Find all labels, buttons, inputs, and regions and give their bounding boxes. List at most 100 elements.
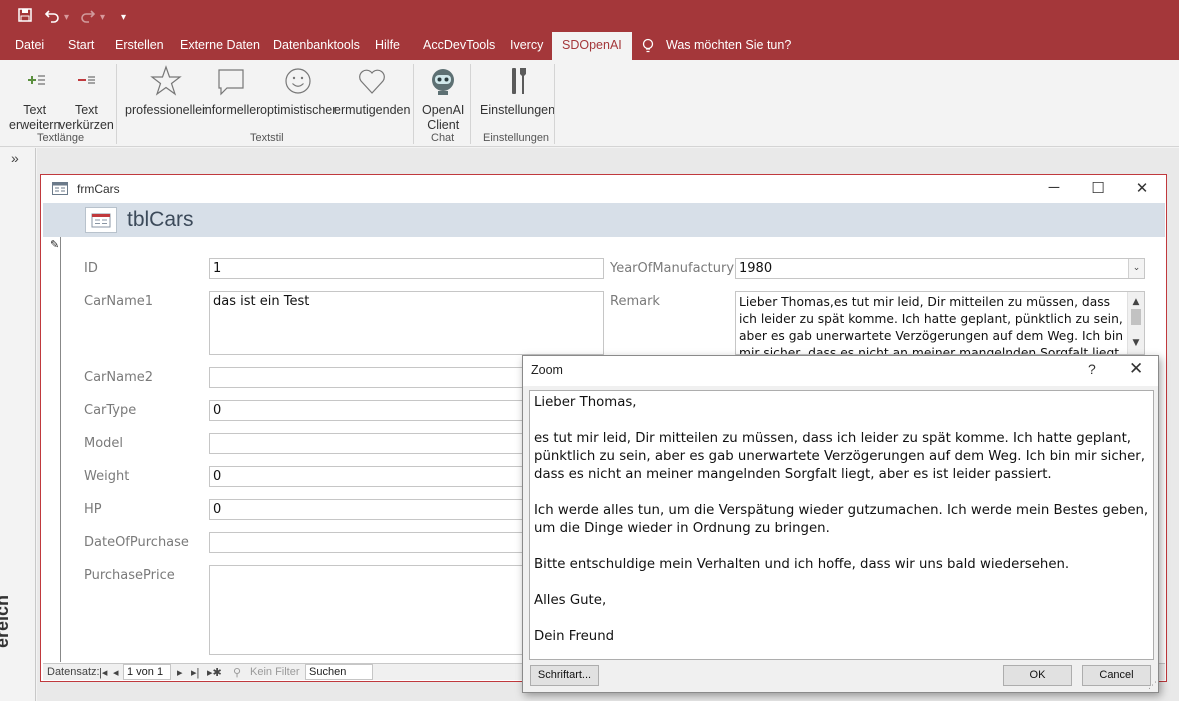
close-icon[interactable]: ✕ xyxy=(1129,359,1143,379)
close-button[interactable]: ✕ xyxy=(1132,179,1152,197)
field-id[interactable]: 1 xyxy=(209,258,604,279)
help-button[interactable]: ? xyxy=(1088,361,1096,377)
save-icon[interactable] xyxy=(17,7,33,28)
smiley-icon xyxy=(285,68,311,94)
first-record-icon[interactable]: |◂ xyxy=(99,666,107,679)
label-carname1: CarName1 xyxy=(84,294,154,309)
remark-text: Lieber Thomas,es tut mir leid, Dir mitte… xyxy=(739,295,1124,355)
style-optimistic-button[interactable]: optimistischer xyxy=(260,64,336,118)
redo-dropdown-icon: ▾ xyxy=(100,12,106,23)
zoom-text-area[interactable]: Lieber Thomas, es tut mir leid, Dir mitt… xyxy=(529,390,1154,660)
group-label-chat: Chat xyxy=(431,132,455,144)
group-label-einstellungen: Einstellungen xyxy=(483,132,550,144)
new-record-icon[interactable]: ▸✱ xyxy=(207,666,222,679)
tools-icon xyxy=(511,68,526,94)
label-purchaseprice: PurchasePrice xyxy=(84,568,175,583)
star-icon xyxy=(149,65,182,96)
year-value: 1980 xyxy=(739,261,773,276)
text-shorten-button[interactable]: Text verkürzen xyxy=(59,64,114,133)
field-remark[interactable]: Lieber Thomas,es tut mir leid, Dir mitte… xyxy=(735,291,1145,355)
lightbulb-icon xyxy=(642,38,654,53)
style-encouraging-button[interactable]: ermutigenden xyxy=(334,64,410,118)
label-hp: HP xyxy=(84,502,102,517)
zoom-title: Zoom xyxy=(531,363,563,377)
form-header-title: tblCars xyxy=(127,208,194,231)
ribbon: Text erweitern Text verkürzen Textlänge … xyxy=(0,60,1179,147)
nav-pane-toggle[interactable]: » xyxy=(11,150,19,166)
label-model: Model xyxy=(84,436,124,451)
pencil-icon: ✎ xyxy=(50,239,60,251)
scroll-down-icon[interactable]: ▼ xyxy=(1128,335,1144,352)
redo-icon xyxy=(80,7,96,28)
customize-qat-icon[interactable]: ▾ xyxy=(121,9,126,27)
openai-client-button[interactable]: OpenAI Client xyxy=(422,64,464,133)
text-expand-button[interactable]: Text erweitern xyxy=(9,64,60,133)
last-record-icon[interactable]: ▸| xyxy=(191,666,199,679)
form-title-bar: frmCars ─ ☐ ✕ xyxy=(41,175,1166,203)
label-id: ID xyxy=(84,261,98,276)
record-label: Datensatz: xyxy=(47,666,100,678)
style-informal-button[interactable]: informeller xyxy=(202,64,260,118)
zoom-paragraph: Ich werde alles tun, um die Verspätung w… xyxy=(534,503,1149,536)
heart-icon xyxy=(359,69,386,94)
resize-grip-icon[interactable]: ⋰ xyxy=(1148,680,1157,691)
style-professional-button[interactable]: professioneller xyxy=(125,64,206,118)
form-icon xyxy=(85,207,117,233)
tab-start[interactable]: Start xyxy=(68,32,94,60)
filter-status[interactable]: Kein Filter xyxy=(250,666,300,678)
maximize-button[interactable]: ☐ xyxy=(1088,179,1108,197)
label-cartype: CarType xyxy=(84,403,137,418)
group-label-textlaenge: Textlänge xyxy=(37,132,85,144)
search-input[interactable]: Suchen xyxy=(305,664,373,680)
group-separator xyxy=(116,64,117,144)
field-carname1[interactable]: das ist ein Test xyxy=(209,291,604,355)
tab-hilfe[interactable]: Hilfe xyxy=(375,32,400,60)
zoom-paragraph: Bitte entschuldige mein Verhalten und ic… xyxy=(534,557,1070,572)
plus-lines-icon xyxy=(27,75,45,85)
chevron-down-icon[interactable]: ⌄ xyxy=(1128,259,1144,278)
label-yearofmanufactury: YearOfManufactury xyxy=(610,261,735,276)
field-yearofmanufactury[interactable]: 1980 ⌄ xyxy=(735,258,1145,279)
zoom-paragraph: Lieber Thomas, xyxy=(534,395,637,410)
label-remark: Remark xyxy=(610,294,660,309)
quick-access-toolbar: ▾ ▾ ▾ xyxy=(0,0,1179,32)
form-icon xyxy=(52,182,68,195)
tab-datei[interactable]: Datei xyxy=(15,32,44,60)
tab-erstellen[interactable]: Erstellen xyxy=(115,32,164,60)
next-record-icon[interactable]: ▸ xyxy=(177,666,183,679)
scroll-thumb[interactable] xyxy=(1131,309,1141,325)
remark-scrollbar[interactable]: ▲ ▼ xyxy=(1127,292,1144,354)
minimize-button[interactable]: ─ xyxy=(1044,179,1064,196)
tab-datenbanktools[interactable]: Datenbanktools xyxy=(273,32,360,60)
minus-lines-icon xyxy=(78,76,96,84)
tab-externe-daten[interactable]: Externe Daten xyxy=(180,32,260,60)
ok-button[interactable]: OK xyxy=(1003,665,1072,686)
nav-pane-vertical-label[interactable]: ereich xyxy=(0,595,13,648)
group-separator xyxy=(470,64,471,144)
label-carname2: CarName2 xyxy=(84,370,154,385)
zoom-title-bar: Zoom ? ✕ xyxy=(523,356,1158,386)
form-window-title: frmCars xyxy=(77,182,120,196)
zoom-paragraph: es tut mir leid, Dir mitteilen zu müssen… xyxy=(534,431,1145,482)
tab-accdevtools[interactable]: AccDevTools xyxy=(423,32,495,60)
tell-me-box[interactable]: Was möchten Sie tun? xyxy=(666,32,791,60)
ribbon-tab-bar: Datei Start Erstellen Externe Daten Date… xyxy=(0,32,1179,60)
previous-record-icon[interactable]: ◂ xyxy=(113,666,119,679)
settings-button[interactable]: Einstellungen xyxy=(480,64,555,118)
undo-icon[interactable] xyxy=(44,7,60,28)
group-separator xyxy=(554,64,555,144)
record-selector[interactable] xyxy=(43,237,61,662)
label-weight: Weight xyxy=(84,469,130,484)
undo-dropdown-icon[interactable]: ▾ xyxy=(64,9,69,27)
tab-ivercy[interactable]: Ivercy xyxy=(510,32,543,60)
current-record-input[interactable]: 1 von 1 xyxy=(123,664,171,680)
zoom-paragraph: Dein Freund xyxy=(534,629,615,644)
font-button[interactable]: Schriftart... xyxy=(530,665,599,686)
cancel-button[interactable]: Cancel xyxy=(1082,665,1151,686)
filter-icon[interactable]: ⚲ xyxy=(233,666,241,679)
zoom-dialog: Zoom ? ✕ Lieber Thomas, es tut mir leid,… xyxy=(522,355,1159,693)
speech-bubble-icon xyxy=(218,69,244,96)
robot-icon xyxy=(432,69,455,95)
form-header: tblCars xyxy=(43,203,1165,237)
tab-sdopenai[interactable]: SDOpenAI xyxy=(552,32,632,60)
